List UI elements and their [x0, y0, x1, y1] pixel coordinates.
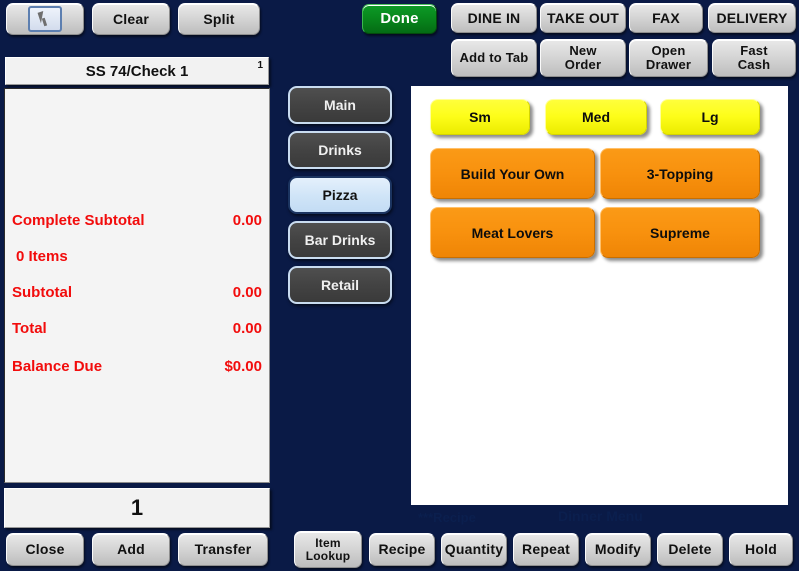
split-button-label: Split	[203, 10, 235, 27]
transfer-button[interactable]: Transfer	[178, 533, 268, 566]
take-out-label: TAKE OUT	[546, 9, 620, 26]
repeat-label: Repeat	[522, 541, 570, 558]
menu-button-label: Lg	[701, 109, 719, 125]
quantity-value: 1	[130, 495, 144, 520]
menu-button-supreme[interactable]: Supreme	[600, 207, 760, 258]
category-button-pizza[interactable]: Pizza	[288, 176, 392, 214]
quantity-label: Quantity	[444, 541, 504, 558]
fax-label: FAX	[652, 9, 680, 26]
hold-button[interactable]: Hold	[729, 533, 793, 566]
menu-button-build-your-own[interactable]: Build Your Own	[430, 148, 595, 199]
done-button-label: Done	[380, 10, 419, 28]
recipe-button[interactable]: Recipe	[369, 533, 435, 566]
category-label: Drinks	[318, 142, 362, 158]
menu-name-status-text: Dinner Menu	[558, 508, 643, 524]
open-drawer-button[interactable]: Open Drawer	[629, 39, 708, 77]
menu-button-three-topping[interactable]: 3-Topping	[600, 148, 760, 199]
menu-button-label: Med	[582, 109, 610, 125]
order-type-fax-button[interactable]: FAX	[629, 3, 703, 33]
total-label: Subtotal	[12, 284, 72, 301]
total-label: Complete Subtotal	[12, 212, 145, 229]
add-to-tab-button[interactable]: Add to Tab	[451, 39, 537, 77]
total-value: 0.00	[232, 320, 262, 337]
category-button-bar-drinks[interactable]: Bar Drinks	[288, 221, 392, 259]
category-button-main[interactable]: Main	[288, 86, 392, 124]
menu-button-label: Sm	[469, 109, 491, 125]
modify-label: Modify	[594, 541, 642, 558]
add-button[interactable]: Add	[92, 533, 170, 566]
item-lookup-label: Item Lookup	[305, 535, 351, 563]
done-button[interactable]: Done	[362, 4, 437, 34]
check-item-list[interactable]: Complete Subtotal 0.00 0 Items Subtotal 0.00…	[4, 88, 270, 483]
total-value: 0.00	[232, 284, 262, 301]
check-number-badge: 1	[257, 60, 263, 71]
add-to-tab-label: Add to Tab	[459, 50, 529, 66]
item-lookup-button[interactable]: Item Lookup	[294, 531, 362, 568]
modify-button[interactable]: Modify	[585, 533, 651, 566]
total-label: 0 Items	[16, 248, 68, 265]
category-label: Pizza	[322, 187, 358, 203]
add-label: Add	[117, 541, 145, 558]
close-label: Close	[25, 541, 65, 558]
split-button[interactable]: Split	[178, 3, 260, 35]
new-order-label: New Order	[564, 43, 602, 72]
category-label: Bar Drinks	[304, 232, 376, 248]
total-value: $0.00	[224, 358, 262, 375]
total-value: 0.00	[232, 212, 262, 229]
menu-button-label: 3-Topping	[646, 165, 714, 182]
recipe-label: Recipe	[378, 541, 426, 558]
open-drawer-label: Open Drawer	[645, 43, 692, 72]
recipe-status-text: ***Recipe	[418, 510, 476, 525]
transfer-label: Transfer	[194, 541, 252, 558]
delivery-label: DELIVERY	[716, 9, 788, 26]
menu-button-label: Meat Lovers	[471, 224, 554, 241]
order-type-take-out-button[interactable]: TAKE OUT	[540, 3, 626, 33]
total-row-complete-subtotal: Complete Subtotal 0.00	[5, 212, 269, 229]
category-label: Retail	[320, 277, 360, 293]
close-button[interactable]: Close	[6, 533, 84, 566]
quantity-display[interactable]: 1	[4, 488, 270, 528]
order-type-delivery-button[interactable]: DELIVERY	[708, 3, 796, 33]
menu-button-size-lg[interactable]: Lg	[660, 99, 760, 135]
delete-label: Delete	[668, 541, 712, 558]
dine-in-label: DINE IN	[467, 9, 521, 26]
fast-cash-button[interactable]: Fast Cash	[712, 39, 796, 77]
touchscreen-toggle-button[interactable]	[6, 3, 84, 35]
total-row-item-count: 0 Items	[5, 248, 269, 265]
hold-label: Hold	[745, 541, 777, 558]
check-title: SS 74/Check 1	[85, 62, 189, 80]
total-row-total: Total 0.00	[5, 320, 269, 337]
total-label: Balance Due	[12, 358, 103, 375]
category-button-retail[interactable]: Retail	[288, 266, 392, 304]
menu-button-label: Build Your Own	[460, 165, 565, 182]
pointer-screen-icon	[28, 6, 62, 32]
total-label: Total	[12, 320, 47, 337]
total-row-balance-due: Balance Due $0.00	[5, 358, 269, 375]
category-button-drinks[interactable]: Drinks	[288, 131, 392, 169]
menu-button-size-sm[interactable]: Sm	[430, 99, 530, 135]
delete-button[interactable]: Delete	[657, 533, 723, 566]
menu-button-size-med[interactable]: Med	[545, 99, 647, 135]
check-header[interactable]: SS 74/Check 1 1	[5, 57, 269, 85]
pos-application: Clear Split Done DINE IN TAKE OUT FAX DE…	[0, 0, 799, 571]
menu-button-label: Supreme	[650, 224, 710, 241]
clear-button-label: Clear	[112, 10, 150, 27]
clear-button[interactable]: Clear	[92, 3, 170, 35]
menu-button-meat-lovers[interactable]: Meat Lovers	[430, 207, 595, 258]
quantity-button[interactable]: Quantity	[441, 533, 507, 566]
repeat-button[interactable]: Repeat	[513, 533, 579, 566]
menu-item-panel: Sm Med Lg Build Your Own 3-Topping Meat Lover…	[411, 86, 788, 505]
fast-cash-label: Fast Cash	[737, 43, 771, 72]
total-row-subtotal: Subtotal 0.00	[5, 284, 269, 301]
order-type-dine-in-button[interactable]: DINE IN	[451, 3, 537, 33]
category-label: Main	[324, 97, 356, 113]
new-order-button[interactable]: New Order	[540, 39, 626, 77]
